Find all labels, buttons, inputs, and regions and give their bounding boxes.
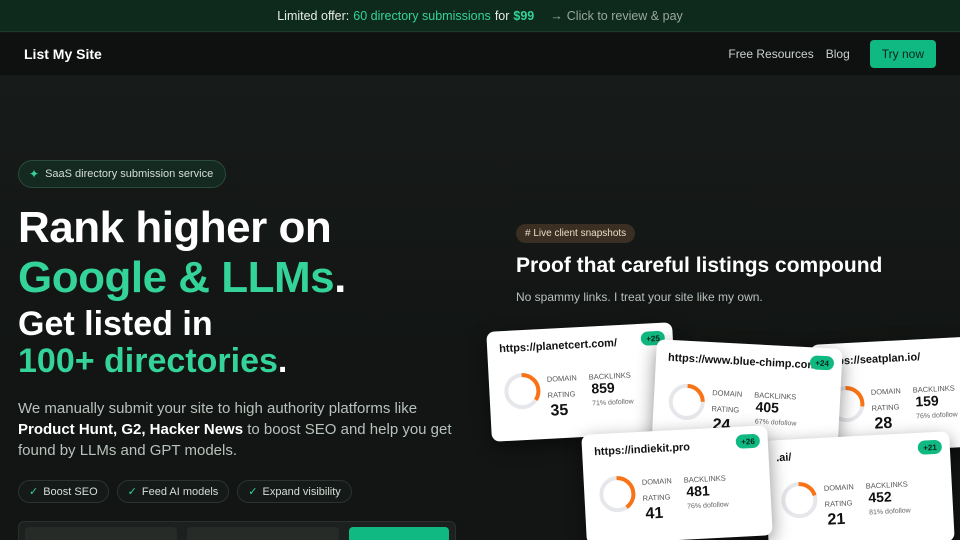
- domain-rating-value: 35: [550, 401, 569, 420]
- try-now-button[interactable]: Try now: [869, 40, 936, 68]
- domain-rating-value: 28: [874, 414, 893, 433]
- card-url: .ai/: [775, 451, 792, 465]
- domain-label: DOMAIN: [823, 482, 855, 493]
- backlinks-value: 452: [867, 488, 893, 506]
- pill-label: Boost SEO: [43, 485, 98, 498]
- snapshot-card: https://planetcert.com/ +25 DOMAIN RATIN…: [486, 322, 678, 442]
- pill-label: Feed AI models: [141, 485, 219, 498]
- badge-label: SaaS directory submission service: [45, 168, 214, 180]
- backlink-delta-badge: +26: [735, 433, 761, 449]
- name-input[interactable]: [25, 527, 177, 540]
- proof-subtitle: No spammy links. I treat your site like …: [516, 290, 763, 304]
- subheadline-line-2: 100+ directories.: [18, 342, 287, 381]
- hero-description: We manually submit your site to high aut…: [18, 398, 468, 461]
- domain-label: DOMAIN: [641, 476, 673, 487]
- pill-label: Expand visibility: [262, 485, 341, 498]
- rating-label: RATING: [824, 498, 853, 509]
- nav-link-blog[interactable]: Blog: [826, 47, 850, 61]
- check-icon: ✓: [29, 486, 39, 498]
- backlink-delta-badge: +24: [810, 355, 835, 371]
- card-url: https://www.blue-chimp.com/: [667, 351, 821, 372]
- nav-link-free-resources[interactable]: Free Resources: [728, 47, 813, 61]
- subheadline-period: .: [277, 342, 288, 380]
- dofollow-ratio: 71% dofollow: [591, 398, 634, 408]
- headline-period: .: [334, 253, 346, 302]
- domain-rating-ring: [599, 476, 636, 513]
- benefit-pills: ✓ Boost SEO ✓ Feed AI models ✓ Expand visib…: [18, 480, 352, 503]
- backlinks-value: 159: [914, 392, 940, 410]
- rating-label: RATING: [871, 402, 900, 413]
- snapshot-card: https://indiekit.pro +26 DOMAIN RATING 4…: [581, 425, 773, 540]
- snapshots-tag: # Live client snapshots: [516, 224, 636, 243]
- domain-label: DOMAIN: [712, 388, 743, 399]
- backlink-delta-badge: +21: [917, 439, 943, 455]
- desc-part-1: We manually submit your site to high aut…: [18, 400, 418, 417]
- pill-feed-ai: ✓ Feed AI models: [116, 480, 230, 503]
- desc-platforms: Product Hunt, G2, Hacker News: [18, 421, 244, 438]
- card-url: https://planetcert.com/: [498, 337, 618, 356]
- dofollow-ratio: 76% dofollow: [915, 411, 958, 421]
- arrow-right-icon: →: [550, 8, 563, 23]
- backlinks-value: 859: [590, 379, 616, 397]
- rating-label: RATING: [711, 404, 740, 415]
- backlinks-value: 481: [685, 482, 711, 500]
- backlinks-value: 405: [755, 398, 780, 416]
- domain-label: DOMAIN: [870, 386, 902, 397]
- rating-label: RATING: [547, 389, 576, 400]
- promo-banner[interactable]: Limited offer: 60 directory submissions …: [0, 0, 960, 32]
- domain-rating-ring: [504, 373, 541, 410]
- dofollow-ratio: 76% dofollow: [686, 501, 729, 511]
- domain-rating-value: 41: [645, 504, 664, 523]
- subheadline-highlight: 100+ directories: [18, 342, 278, 380]
- promo-prefix: Limited offer:: [277, 8, 350, 23]
- headline-line-1: Rank higher on: [18, 203, 332, 252]
- headline-line-2: Google & LLMs.: [18, 253, 346, 303]
- check-icon: ✓: [127, 486, 137, 498]
- promo-highlight: 60 directory submissions: [353, 8, 491, 23]
- signup-form: [18, 521, 456, 540]
- pill-expand-visibility: ✓ Expand visibility: [237, 480, 352, 503]
- subheadline-line-1: Get listed in: [18, 305, 213, 343]
- sparkle-icon: ✦: [29, 167, 40, 181]
- promo-cta-link[interactable]: Click to review & pay: [567, 9, 683, 23]
- card-url: https://indiekit.pro: [593, 441, 691, 459]
- pill-boost-seo: ✓ Boost SEO: [18, 480, 109, 503]
- top-navigation: List My Site Free Resources Blog Try now: [0, 33, 960, 75]
- nav-links: Free Resources Blog Try now: [728, 40, 936, 68]
- domain-rating-ring: [668, 383, 705, 420]
- domain-rating-ring: [781, 482, 818, 519]
- url-input[interactable]: [187, 527, 339, 540]
- proof-title: Proof that careful listings compound: [516, 254, 883, 277]
- brand-logo-text[interactable]: List My Site: [24, 46, 102, 62]
- domain-label: DOMAIN: [546, 373, 578, 384]
- check-icon: ✓: [248, 486, 258, 498]
- promo-middle: for: [494, 8, 510, 23]
- domain-rating-value: 21: [827, 510, 846, 529]
- service-badge: ✦ SaaS directory submission service: [18, 160, 227, 188]
- dofollow-ratio: 81% dofollow: [868, 507, 911, 517]
- rating-label: RATING: [642, 492, 671, 503]
- snapshot-card: .ai/ +21 DOMAIN RATING 21 BACKLINKS 452 …: [763, 431, 955, 540]
- headline-highlight: Google & LLMs: [18, 253, 335, 302]
- promo-price: $99: [513, 8, 535, 23]
- submit-button[interactable]: [349, 527, 449, 540]
